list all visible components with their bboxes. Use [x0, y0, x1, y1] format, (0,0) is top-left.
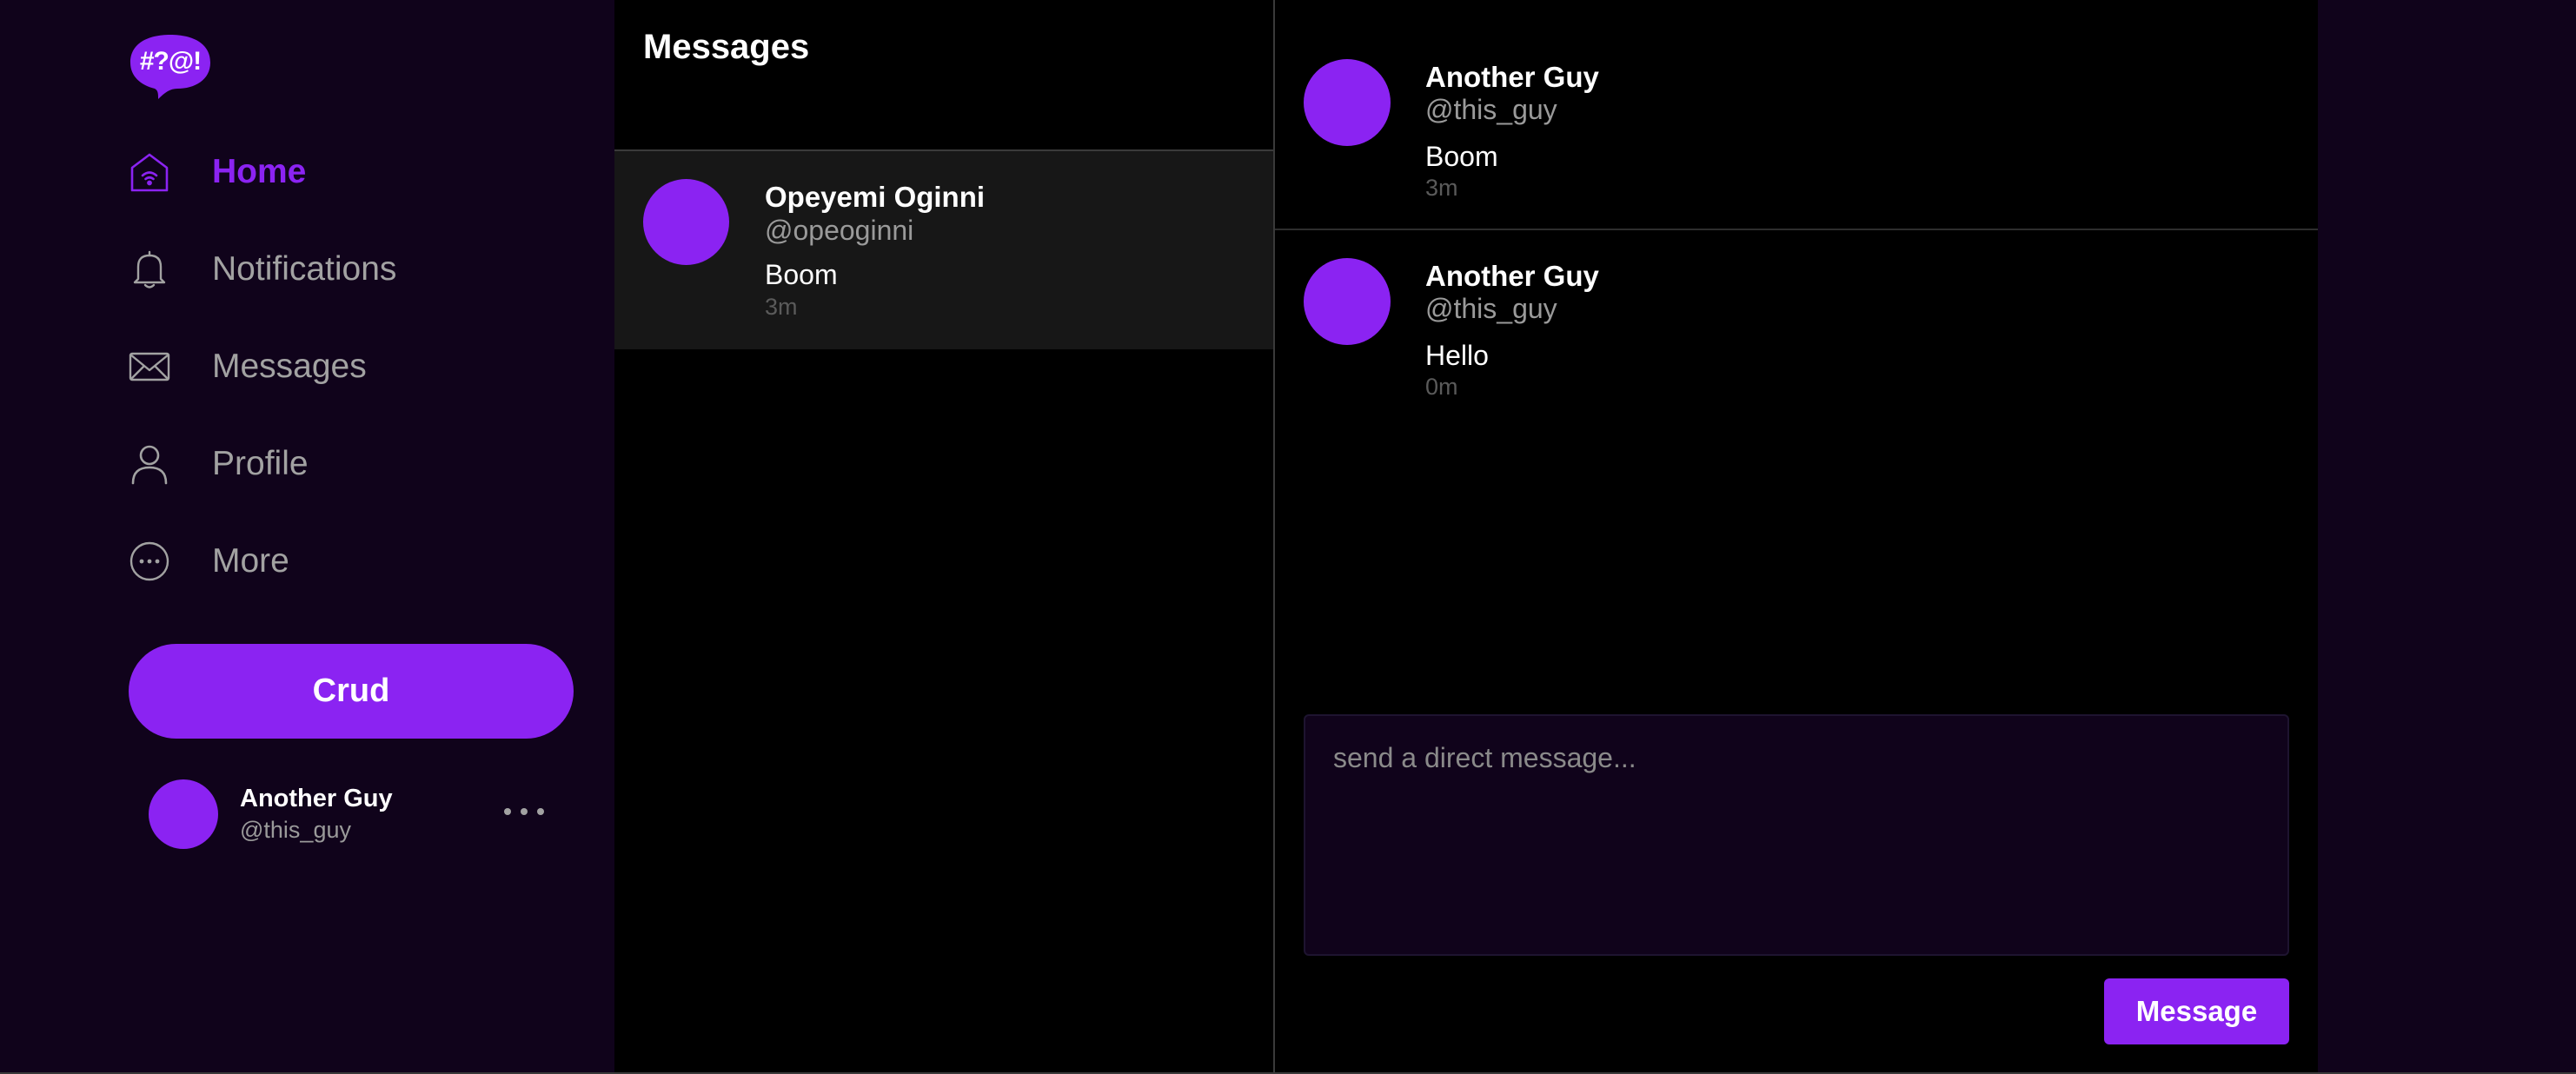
conversation-name: Opeyemi Oginni: [765, 181, 986, 213]
nav-profile-label: Profile: [212, 445, 309, 482]
conversation-list-item[interactable]: Opeyemi Oginni @opeoginni Boom 3m: [614, 151, 1273, 349]
conversation-last-message: Boom: [765, 259, 838, 290]
envelope-icon: [127, 344, 172, 389]
conversation-time: 3m: [765, 294, 798, 320]
message-text: Hello: [1425, 340, 1489, 371]
divider: [1275, 229, 2318, 230]
conversation-panel: Another Guy @this_guy Boom 3m Another Gu…: [1275, 0, 2318, 1074]
crud-button[interactable]: Crud: [129, 644, 574, 739]
message-author-handle: @this_guy: [1425, 293, 1557, 324]
nav-notifications-label: Notifications: [212, 250, 397, 288]
user-icon: [127, 441, 172, 487]
message-time: 3m: [1425, 175, 1458, 201]
nav-messages[interactable]: Messages: [127, 339, 367, 394]
account-handle: @this_guy: [240, 817, 351, 843]
direct-message-input[interactable]: [1304, 714, 2289, 956]
avatar: [1304, 59, 1391, 146]
bell-icon: [127, 247, 172, 292]
more-horizontal-icon[interactable]: [504, 799, 544, 825]
message-author-handle: @this_guy: [1425, 94, 1557, 125]
account-switcher[interactable]: Another Guy @this_guy: [149, 779, 557, 851]
nav-more[interactable]: More: [127, 534, 289, 589]
logo-text: #?@!: [139, 47, 202, 76]
avatar: [149, 779, 218, 849]
app-logo[interactable]: #?@!: [129, 31, 212, 103]
message-author-name: Another Guy: [1425, 61, 1599, 93]
messages-list-panel: Messages Opeyemi Oginni @opeoginni Boom …: [614, 0, 1273, 1074]
message-author-name: Another Guy: [1425, 260, 1599, 292]
nav-more-label: More: [212, 542, 289, 580]
nav-profile[interactable]: Profile: [127, 436, 309, 492]
avatar: [643, 179, 729, 265]
send-message-button[interactable]: Message: [2104, 978, 2289, 1044]
page-title: Messages: [643, 28, 810, 66]
nav-home-label: Home: [212, 153, 307, 190]
avatar: [1304, 258, 1391, 345]
nav-messages-label: Messages: [212, 348, 367, 385]
sidebar: #?@! Home Notifications Messages Profile…: [0, 0, 614, 1074]
conversation-handle: @opeoginni: [765, 215, 914, 246]
message-text: Boom: [1425, 141, 1498, 172]
more-circle-icon: [127, 539, 172, 584]
nav-notifications[interactable]: Notifications: [127, 242, 396, 297]
message-time: 0m: [1425, 374, 1458, 400]
nav-home[interactable]: Home: [127, 144, 306, 200]
home-icon: [127, 149, 172, 195]
account-name: Another Guy: [240, 785, 393, 812]
